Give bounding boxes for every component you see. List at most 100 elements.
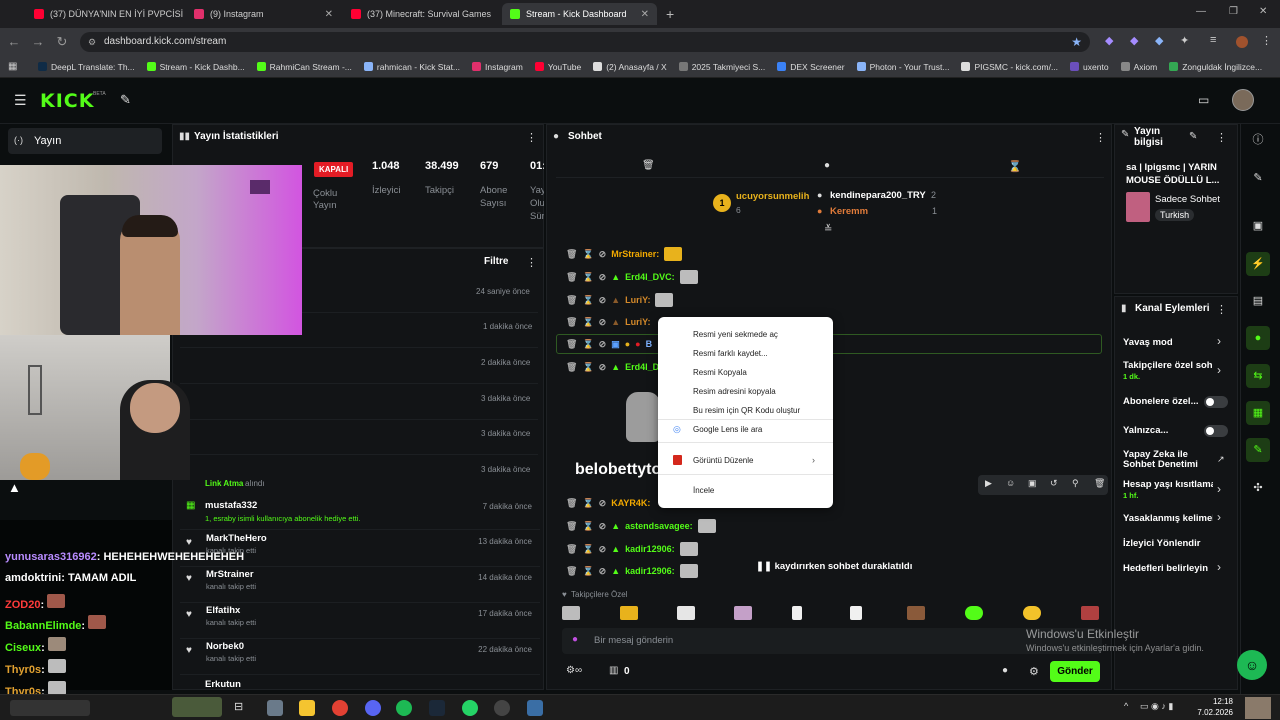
bookmark[interactable]: (2) Anasayfa / X bbox=[593, 62, 667, 72]
more-options-icon[interactable]: ⋮ bbox=[526, 131, 537, 144]
forward-icon[interactable]: → bbox=[26, 34, 50, 49]
copy-icon[interactable]: ▣ bbox=[1028, 478, 1037, 489]
bookmark[interactable]: Axiom bbox=[1120, 62, 1157, 72]
filter-button[interactable]: Filtre bbox=[484, 256, 508, 267]
obs-icon[interactable] bbox=[494, 700, 510, 716]
chat-input[interactable]: ● Bir mesaj gönderin bbox=[562, 628, 1102, 654]
context-menu-item[interactable]: İncele bbox=[693, 486, 714, 495]
delete-icon[interactable]: 🗑 bbox=[566, 339, 577, 350]
timeout-icon[interactable]: ⌛ bbox=[582, 362, 593, 373]
bookmark[interactable]: Zonguldak İngilizce... bbox=[1169, 62, 1262, 72]
chrome-icon[interactable] bbox=[332, 700, 348, 716]
timeout-icon[interactable]: ⌛ bbox=[582, 272, 593, 283]
chevron-right-icon[interactable]: › bbox=[1217, 334, 1221, 348]
layers-icon[interactable]: ▦ bbox=[1246, 401, 1270, 425]
edit-icon[interactable]: ✎ bbox=[1189, 131, 1197, 142]
action-account-age[interactable]: Hesap yaşı kısıtlama bbox=[1123, 479, 1213, 490]
timeout-icon[interactable]: ⌛ bbox=[582, 295, 593, 306]
kick-logo[interactable]: KICK bbox=[40, 90, 94, 112]
emote-image[interactable] bbox=[1081, 606, 1099, 620]
emote-image[interactable] bbox=[965, 606, 983, 620]
pin-icon[interactable]: ✎ bbox=[120, 92, 131, 108]
chat-bubble-icon[interactable]: ● bbox=[824, 160, 830, 171]
more-options-icon[interactable]: ⋮ bbox=[1216, 131, 1227, 144]
ban-icon[interactable]: ⊘ bbox=[599, 544, 607, 555]
action-followers-only[interactable]: Takipçilere özel soh bbox=[1123, 360, 1213, 371]
star-icon[interactable]: ★ bbox=[1071, 32, 1082, 52]
emote-image[interactable] bbox=[1023, 606, 1041, 620]
extensions-puzzle-icon[interactable]: ✦ bbox=[1180, 34, 1189, 47]
chevron-right-icon[interactable]: › bbox=[1217, 482, 1221, 496]
emotes-only-toggle[interactable] bbox=[1204, 425, 1228, 437]
info-icon[interactable]: ⓘ bbox=[1246, 128, 1270, 152]
bookmark[interactable]: rahmican - Kick Stat... bbox=[363, 62, 460, 72]
external-link-icon[interactable]: ↗ bbox=[1217, 454, 1225, 465]
new-tab-button[interactable]: + bbox=[666, 6, 674, 22]
bookmark[interactable]: uxento bbox=[1070, 62, 1109, 72]
hourglass-icon[interactable]: ⌛ bbox=[1008, 160, 1022, 173]
layout-icon[interactable]: ▭ bbox=[1198, 93, 1209, 107]
wrench-icon[interactable]: ✎ bbox=[1246, 438, 1270, 462]
ban-icon[interactable]: ⊘ bbox=[599, 498, 607, 509]
delete-icon[interactable]: 🗑 bbox=[566, 272, 577, 283]
context-menu-item[interactable]: Resmi farklı kaydet... bbox=[693, 349, 768, 358]
more-options-icon[interactable]: ⋮ bbox=[1216, 303, 1227, 316]
chat-message[interactable]: 🗑 ⌛ ⊘ ▲ LuriY: bbox=[566, 290, 674, 310]
context-menu-item[interactable]: Resmi yeni sekmede aç bbox=[693, 330, 778, 339]
timeout-icon[interactable]: ⌛ bbox=[582, 521, 593, 532]
bolt-icon[interactable]: ⚡ bbox=[1246, 252, 1270, 276]
discord-icon[interactable] bbox=[365, 700, 381, 716]
action-host-redirect[interactable]: İzleyici Yönlendir bbox=[1123, 538, 1200, 549]
delete-icon[interactable]: 🗑 bbox=[566, 544, 577, 555]
context-menu-item[interactable]: Google Lens ile ara bbox=[693, 425, 762, 434]
maximize-button[interactable]: ❐ bbox=[1229, 6, 1238, 17]
browser-tab-4[interactable]: Stream - Kick Dashboard ✕ bbox=[502, 3, 657, 25]
action-set-goals[interactable]: Hedefleri belirleyin bbox=[1123, 563, 1208, 574]
subscribers-only-toggle[interactable] bbox=[1204, 396, 1228, 408]
bookmark[interactable]: DeepL Translate: Th... bbox=[38, 62, 135, 72]
emote-image[interactable] bbox=[620, 606, 638, 620]
bookmark[interactable]: Photon - Your Trust... bbox=[856, 62, 949, 72]
ban-icon[interactable]: ⊘ bbox=[599, 339, 607, 350]
mic-icon[interactable]: ● bbox=[572, 634, 578, 645]
chat-settings-icon[interactable]: ⚙∞ bbox=[566, 665, 582, 676]
more-options-icon[interactable]: ⋮ bbox=[1095, 131, 1106, 144]
browser-tab-2[interactable]: (9) Instagram ✕ bbox=[186, 3, 341, 25]
timeout-icon[interactable]: ⌛ bbox=[582, 544, 593, 555]
chevron-right-icon[interactable]: › bbox=[1217, 560, 1221, 574]
delete-icon[interactable]: 🗑 bbox=[566, 362, 577, 373]
sliders-icon[interactable]: ⇆ bbox=[1246, 364, 1270, 388]
context-menu-item[interactable]: Resim adresini kopyala bbox=[693, 387, 776, 396]
chevron-right-icon[interactable]: › bbox=[1217, 510, 1221, 524]
trash-icon[interactable]: 🗑 bbox=[642, 160, 655, 171]
timeout-icon[interactable]: ⌛ bbox=[582, 317, 593, 328]
action-emotes-only[interactable]: Yalnızca... bbox=[1123, 425, 1168, 436]
delete-icon[interactable]: 🗑 bbox=[566, 498, 577, 509]
file-explorer-icon[interactable] bbox=[299, 700, 315, 716]
context-menu-item[interactable]: Resmi Kopyala bbox=[693, 368, 747, 377]
chat-message[interactable]: 🗑 ⌛ ⊘ KAYR4K: bbox=[566, 493, 650, 513]
browser-tab-3[interactable]: (37) Minecraft: Survival Games ✕ bbox=[343, 3, 498, 25]
expand-icon[interactable]: ≚ bbox=[824, 224, 832, 235]
action-banned-words[interactable]: Yasaklanmış kelimel bbox=[1123, 513, 1213, 524]
bookmark[interactable]: Instagram bbox=[472, 62, 523, 72]
apps-grid-icon[interactable]: ▦ bbox=[8, 61, 17, 72]
bookmark[interactable]: RahmiCan Stream -... bbox=[256, 62, 352, 72]
minimize-button[interactable]: — bbox=[1196, 6, 1206, 17]
send-button[interactable]: Gönder bbox=[1050, 661, 1100, 682]
task-view-icon[interactable]: ⊟ bbox=[234, 700, 250, 716]
tray-chevron-icon[interactable]: ^ bbox=[1124, 701, 1128, 711]
ban-icon[interactable]: ⊘ bbox=[599, 362, 607, 373]
bookmark[interactable]: DEX Screener bbox=[777, 62, 845, 72]
extension-icon[interactable]: ◆ bbox=[1105, 34, 1113, 47]
user-avatar[interactable] bbox=[1232, 89, 1254, 111]
chat-message[interactable]: 🗑 ⌛ ⊘ ▲ astendsavagee: bbox=[566, 516, 716, 536]
timeout-icon[interactable]: ⌛ bbox=[582, 249, 593, 260]
back-icon[interactable]: ← bbox=[2, 34, 26, 49]
close-icon[interactable]: ✕ bbox=[325, 9, 333, 20]
chat-message[interactable]: 🗑 ⌛ ⊘ ▲ LuriY: bbox=[566, 312, 650, 332]
ban-icon[interactable]: ⊘ bbox=[599, 317, 607, 328]
delete-icon[interactable]: 🗑 bbox=[566, 566, 577, 577]
weather-widget[interactable] bbox=[10, 700, 90, 716]
chat-message[interactable]: 🗑 ⌛ ⊘ ▲ kadir12906: bbox=[566, 561, 698, 581]
